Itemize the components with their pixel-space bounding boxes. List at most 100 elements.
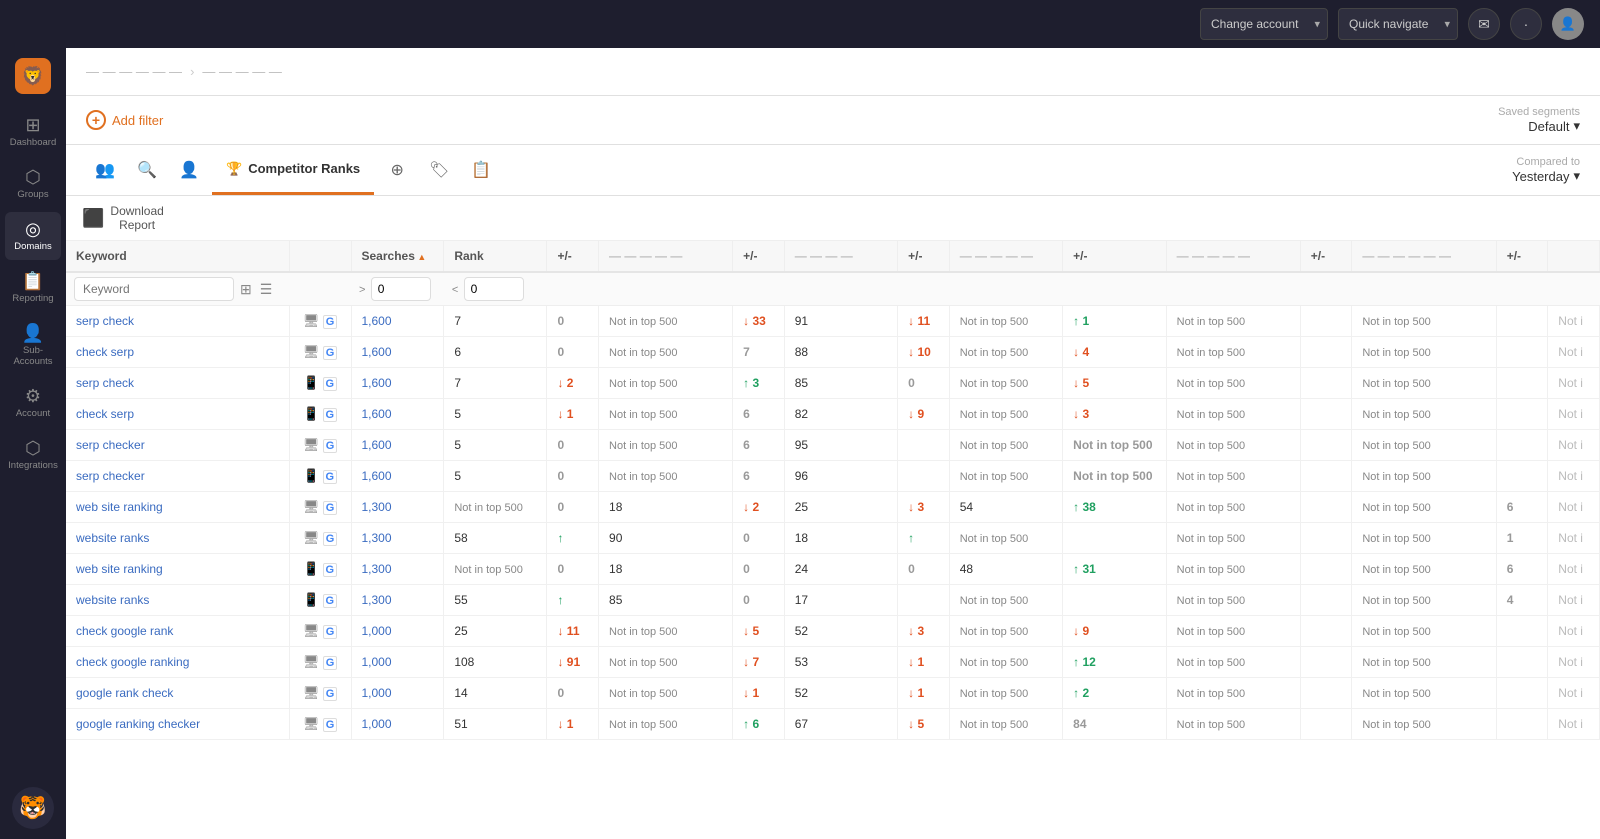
tiger-icon[interactable]: 🐯	[12, 787, 54, 829]
keyword-link[interactable]: check serp	[76, 407, 134, 421]
searches-link[interactable]: 1,000	[362, 717, 392, 731]
searches-link[interactable]: 1,300	[362, 562, 392, 576]
searches-link[interactable]: 1,600	[362, 407, 392, 421]
sidebar-item-groups[interactable]: ⬡ Groups	[5, 160, 61, 208]
comp4-cell: Not in top 500	[1166, 523, 1300, 554]
saved-segments-value[interactable]: Default ▾	[1528, 118, 1580, 134]
tab-btn-target[interactable]: ⊕	[378, 151, 416, 189]
filter-grid-icon[interactable]: ⊞	[238, 279, 254, 300]
change-account-select[interactable]: Change account	[1200, 8, 1328, 40]
comp4-cell: Not in top 500	[1166, 709, 1300, 740]
searches-link[interactable]: 1,300	[362, 500, 392, 514]
download-report-button[interactable]: ⬛ DownloadReport	[82, 204, 164, 232]
sidebar-item-integrations[interactable]: ⬡ Integrations	[5, 431, 61, 479]
keyword-link[interactable]: check google ranking	[76, 655, 189, 669]
comp2-cell: 88	[784, 337, 897, 368]
keyword-link[interactable]: website ranks	[76, 531, 149, 545]
comp2c-cell: ↓ 3	[898, 616, 950, 647]
rank-cell: 7	[444, 306, 547, 337]
comp5-cell: Not in top 500	[1352, 616, 1496, 647]
col-comp5c: +/-	[1496, 241, 1548, 272]
rank-max-input[interactable]	[464, 277, 524, 301]
rank-filter-cell[interactable]: <	[444, 272, 547, 306]
tab-competitor-ranks[interactable]: 🏆 Competitor Ranks	[212, 145, 374, 195]
searches-link[interactable]: 1,600	[362, 376, 392, 390]
sidebar-item-subaccounts[interactable]: 👤 Sub-Accounts	[5, 316, 61, 375]
keyword-filter-cell[interactable]: ⊞ ☰	[66, 272, 289, 306]
comp2-cell: 52	[784, 616, 897, 647]
comp3-cell: Not in top 500	[949, 461, 1062, 492]
tab-btn-clipboard[interactable]: 📋	[462, 151, 500, 189]
quick-navigate-select[interactable]: Quick navigate	[1338, 8, 1458, 40]
keyword-cell: web site ranking	[66, 554, 289, 585]
filter-list-icon[interactable]: ☰	[258, 279, 275, 300]
table-row: serp check 🖥 G 1,600 7 0 Not in top 500 …	[66, 306, 1600, 337]
mail-icon-btn[interactable]: ✉	[1468, 8, 1500, 40]
searches-link[interactable]: 1,000	[362, 655, 392, 669]
change-account-wrapper[interactable]: Change account	[1200, 8, 1328, 40]
keyword-link[interactable]: serp check	[76, 376, 134, 390]
comp2c-cell: ↑	[898, 523, 950, 554]
tab-btn-person[interactable]: 👤	[170, 151, 208, 189]
searches-link[interactable]: 1,000	[362, 686, 392, 700]
sidebar-item-domains[interactable]: ◎ Domains	[5, 212, 61, 260]
keyword-link[interactable]: google ranking checker	[76, 717, 200, 731]
searches-link[interactable]: 1,600	[362, 314, 392, 328]
comp1-cell: 18	[599, 492, 733, 523]
keyword-link[interactable]: website ranks	[76, 593, 149, 607]
sidebar-label-integrations: Integrations	[8, 460, 58, 471]
keyword-link[interactable]: check google rank	[76, 624, 173, 638]
tabs-right: Compared to Yesterday ▾	[1512, 156, 1580, 184]
keyword-link[interactable]: web site ranking	[76, 500, 163, 514]
compare-value[interactable]: Yesterday ▾	[1512, 168, 1580, 184]
searches-link[interactable]: 1,000	[362, 624, 392, 638]
comp3c-cell: Not in top 500	[1063, 430, 1167, 461]
google-icon: G	[323, 501, 338, 515]
rank-cell: 6	[444, 337, 547, 368]
searches-link[interactable]: 1,600	[362, 438, 392, 452]
searches-link[interactable]: 1,300	[362, 531, 392, 545]
col-searches[interactable]: Searches	[351, 241, 444, 272]
comp5-cell: Not in top 500	[1352, 585, 1496, 616]
keyword-link[interactable]: google rank check	[76, 686, 173, 700]
device-cell: 📱 G	[289, 368, 351, 399]
sidebar-item-dashboard[interactable]: ⊞ Dashboard	[5, 108, 61, 156]
quick-navigate-wrapper[interactable]: Quick navigate	[1338, 8, 1458, 40]
sidebar-item-account[interactable]: ⚙ Account	[5, 379, 61, 427]
col-comp5: — — — — — —	[1352, 241, 1496, 272]
comp3c-cell: ↑ 31	[1063, 554, 1167, 585]
searches-filter-cell[interactable]: >	[351, 272, 444, 306]
searches-cell: 1,000	[351, 709, 444, 740]
change-cell: 0	[547, 554, 599, 585]
tab-btn-tag[interactable]: 🏷	[420, 151, 458, 189]
tab-competitor-ranks-label: Competitor Ranks	[248, 161, 360, 176]
sidebar-item-reporting[interactable]: 📋 Reporting	[5, 264, 61, 312]
comp3c-cell: ↑ 12	[1063, 647, 1167, 678]
searches-link[interactable]: 1,300	[362, 593, 392, 607]
keyword-link[interactable]: web site ranking	[76, 562, 163, 576]
keyword-filter-input[interactable]	[74, 277, 234, 301]
tab-btn-users[interactable]: 👥	[86, 151, 124, 189]
comp2-cell: 85	[784, 368, 897, 399]
comp1c-cell: ↓ 33	[733, 306, 785, 337]
comp2c-cell: ↓ 10	[898, 337, 950, 368]
google-icon: G	[323, 563, 338, 577]
table-row: check google ranking 🖥 G 1,000 108 ↓ 91 …	[66, 647, 1600, 678]
searches-min-input[interactable]	[371, 277, 431, 301]
user-menu-btn[interactable]: ·	[1510, 8, 1542, 40]
comp2-cell: 18	[784, 523, 897, 554]
keyword-link[interactable]: serp checker	[76, 469, 145, 483]
keyword-link[interactable]: serp checker	[76, 438, 145, 452]
avatar[interactable]: 👤	[1552, 8, 1584, 40]
comp2c-cell	[898, 461, 950, 492]
rank-cell: 108	[444, 647, 547, 678]
searches-link[interactable]: 1,600	[362, 469, 392, 483]
logo[interactable]: 🦁	[15, 58, 51, 94]
download-icon: ⬛	[82, 208, 104, 229]
tab-btn-search[interactable]: 🔍	[128, 151, 166, 189]
searches-cell: 1,000	[351, 647, 444, 678]
keyword-link[interactable]: serp check	[76, 314, 134, 328]
searches-link[interactable]: 1,600	[362, 345, 392, 359]
add-filter-button[interactable]: + Add filter	[86, 110, 163, 130]
keyword-link[interactable]: check serp	[76, 345, 134, 359]
